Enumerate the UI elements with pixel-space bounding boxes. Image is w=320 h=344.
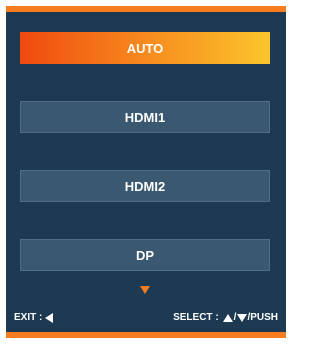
menu-item-auto[interactable]: AUTO	[20, 32, 270, 64]
menu-item-label: AUTO	[126, 40, 164, 56]
triangle-up-icon	[222, 313, 233, 322]
triangle-down-icon	[140, 286, 150, 294]
select-hint: SELECT : / /PUSH	[173, 312, 278, 323]
exit-label: EXIT :	[14, 312, 43, 323]
push-label: /PUSH	[247, 312, 278, 323]
triangle-left-icon	[45, 312, 54, 323]
menu-item-hdmi1[interactable]: HDMI1	[20, 101, 270, 133]
menu-item-dp[interactable]: DP	[20, 239, 270, 271]
input-source-osd-panel: AUTO HDMI1 HDMI2 DP EXIT : SELECT : / /P…	[6, 6, 286, 338]
exit-hint: EXIT :	[14, 312, 54, 323]
menu-item-label: DP	[135, 247, 155, 263]
select-label: SELECT :	[173, 312, 219, 323]
footer-hints: EXIT : SELECT : / /PUSH	[6, 312, 286, 326]
menu-item-hdmi2[interactable]: HDMI2	[20, 170, 270, 202]
triangle-down-icon	[237, 313, 248, 322]
menu-item-label: HDMI2	[124, 178, 166, 194]
separator: /	[233, 312, 237, 323]
menu-item-label: HDMI1	[124, 109, 166, 125]
